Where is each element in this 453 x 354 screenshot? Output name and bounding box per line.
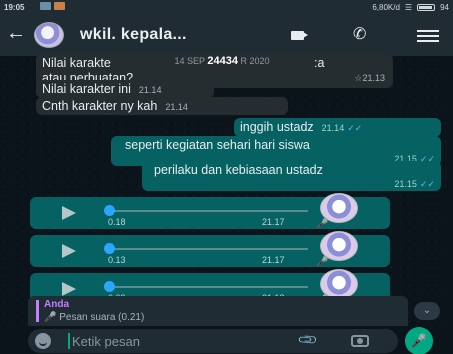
play-icon[interactable] — [62, 206, 76, 220]
message-input[interactable] — [72, 332, 252, 350]
message-outgoing[interactable]: perilaku dan kebiasaan ustadz 21.15 ✓✓ — [142, 161, 441, 191]
chat-title[interactable]: wkil. kepala... — [80, 26, 187, 44]
read-tick-icon: ✓✓ — [419, 179, 435, 189]
mic-icon: 🎤 — [316, 219, 329, 230]
image-notification-icon — [54, 2, 65, 10]
message-time: ☆21.13 — [354, 73, 385, 83]
status-bar: 19:05 6,80K/d ☰ 94 — [0, 0, 453, 14]
date-pill: 14 SEP 24434 R 2020 — [152, 54, 292, 68]
voice-progress-knob[interactable] — [104, 281, 115, 292]
phone-icon[interactable]: ✆ — [353, 24, 366, 44]
message-text: inggih ustadz — [240, 120, 314, 134]
group-avatar[interactable] — [34, 22, 64, 48]
chat-header: ← wkil. kepala... ✆ — [0, 14, 453, 56]
input-bar: 📎 🎤 — [0, 326, 453, 354]
message-text: Cnth karakter ny kah — [42, 99, 158, 113]
text-caret — [68, 333, 70, 349]
voice-progress-knob[interactable] — [104, 205, 115, 216]
voice-progress-track[interactable] — [108, 210, 308, 212]
message-meta: 21.15 ✓✓ — [148, 176, 435, 192]
play-icon[interactable] — [62, 282, 76, 296]
battery-level: 94 — [440, 3, 449, 12]
emoji-icon[interactable] — [35, 333, 51, 349]
date-pill-suffix: R 2020 — [240, 56, 270, 66]
voice-duration: 0.18 — [108, 217, 126, 227]
chat-area[interactable]: Nilai karakte :a atau perbuatan? ☆21.13 … — [0, 54, 453, 326]
message-incoming[interactable]: Cnth karakter ny kah 21.14 — [36, 97, 288, 115]
message-outgoing[interactable]: inggih ustadz 21.14 ✓✓ — [234, 118, 441, 137]
battery-icon — [417, 4, 436, 11]
voice-progress-knob[interactable] — [104, 243, 115, 254]
signal-icon: ☰ — [404, 3, 413, 12]
voice-progress-track[interactable] — [108, 286, 308, 288]
voice-note[interactable]: 0.13 21.17 🎤 — [30, 231, 390, 268]
play-icon[interactable] — [62, 244, 76, 258]
network-speed: 6,80K/d — [372, 3, 400, 12]
whatsapp-screen: 19:05 6,80K/d ☰ 94 ← wkil. kepala... ✆ N… — [0, 0, 453, 354]
voice-progress-track[interactable] — [108, 248, 308, 250]
message-time: 21.14 — [165, 102, 188, 112]
message-time: 21.14 — [321, 123, 345, 133]
message-text-end: :a — [314, 56, 325, 70]
menu-icon[interactable] — [417, 30, 439, 42]
message-text-part: Nilai karakte — [42, 56, 111, 70]
message-time: 21.15 — [394, 179, 417, 189]
video-call-icon[interactable] — [291, 31, 308, 40]
status-time: 19:05 — [4, 3, 25, 12]
reply-accent-bar — [36, 300, 39, 322]
mic-icon: 🎤 — [316, 257, 329, 268]
read-tick-icon: ✓✓ — [347, 123, 363, 133]
voice-note[interactable]: 0.18 21.17 🎤 — [30, 193, 390, 230]
date-pill-text: 14 SEP — [174, 56, 205, 66]
reply-preview[interactable]: Anda 🎤 Pesan suara (0.21) — [28, 296, 408, 326]
message-incoming[interactable]: Nilai karakter ini 21.14 — [36, 80, 214, 98]
reply-text: 🎤 Pesan suara (0.21) — [44, 312, 145, 323]
overlay-number: 24434 — [207, 55, 238, 67]
voice-time: 21.17 — [262, 217, 285, 227]
message-time: 21.14 — [138, 85, 162, 95]
message-text: Nilai karakter ini — [42, 82, 131, 96]
notification-icons — [40, 2, 65, 10]
gallery-notification-icon — [40, 2, 51, 10]
scroll-down-icon[interactable]: ⌄ — [414, 302, 440, 320]
voice-time: 21.17 — [262, 255, 285, 265]
back-arrow-icon[interactable]: ← — [6, 22, 26, 44]
voice-duration: 0.13 — [108, 255, 126, 265]
reply-sender: Anda — [44, 299, 69, 310]
status-right: 6,80K/d ☰ 94 — [372, 3, 449, 12]
record-voice-button[interactable]: 🎤 — [405, 327, 433, 354]
camera-icon[interactable] — [351, 335, 369, 347]
